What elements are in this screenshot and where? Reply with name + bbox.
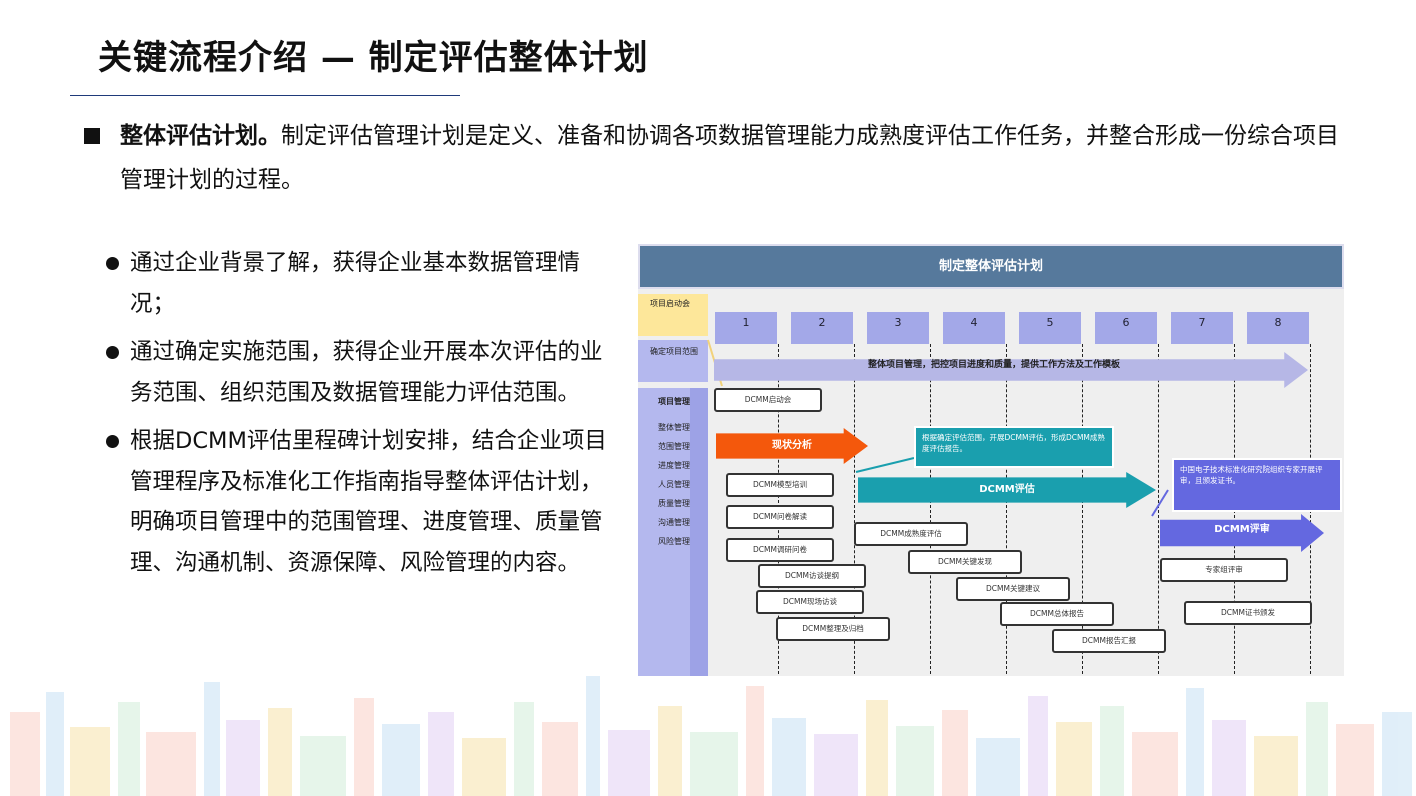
intro-body: 制定评估管理计划是定义、准备和协调各项数据管理能力成熟度评估工作任务，并整合形成… xyxy=(120,123,1339,193)
bullet-item: 通过企业背景了解，获得企业基本数据管理情况； xyxy=(104,243,624,324)
task-box: DCMM总体报告 xyxy=(1000,602,1114,626)
overall-pm-label: 整体项目管理，把控项目进度和质量，提供工作方法及工作模板 xyxy=(867,360,1120,370)
task-box: DCMM问卷解读 xyxy=(726,505,834,529)
review-callout: 中国电子技术标准化研究院组织专家开展评审，且颁发证书。 xyxy=(1172,458,1342,512)
city-skyline-decoration xyxy=(10,676,1412,796)
bullet-list: 通过企业背景了解，获得企业基本数据管理情况； 通过确定实施范围，获得企业开展本次… xyxy=(104,243,624,591)
task-box: DCMM调研问卷 xyxy=(726,538,834,562)
square-bullet-icon xyxy=(84,128,100,144)
plan-diagram: 制定整体评估计划 项目启动会 确定项目范围 项目管理 整体管理 范围管理 进度管… xyxy=(638,244,1344,676)
page-title: 关键流程介绍 — 制定评估整体计划 xyxy=(98,38,649,78)
bullet-dot-icon xyxy=(106,346,119,359)
bullet-text: 根据DCMM评估里程碑计划安排，结合企业项目管理程序及标准化工作指南指导整体评估… xyxy=(130,428,607,576)
title-divider xyxy=(70,95,460,96)
intro-bold: 整体评估计划。 xyxy=(120,123,281,149)
task-box: DCMM整理及归档 xyxy=(776,617,890,641)
bullet-item: 通过确定实施范围，获得企业开展本次评估的业务范围、组织范围及数据管理能力评估范围… xyxy=(104,332,624,413)
intro-text: 整体评估计划。制定评估管理计划是定义、准备和协调各项数据管理能力成熟度评估工作任… xyxy=(120,114,1340,202)
task-box: DCMM启动会 xyxy=(714,388,822,412)
assess-callout: 根据确定评估范围，开展DCMM评估，形成DCMM成熟度评估报告。 xyxy=(914,426,1114,468)
task-box: DCMM成熟度评估 xyxy=(854,522,968,546)
bullet-text: 通过确定实施范围，获得企业开展本次评估的业务范围、组织范围及数据管理能力评估范围… xyxy=(130,339,603,406)
task-box: DCMM关键建议 xyxy=(956,577,1070,601)
task-box: DCMM关键发现 xyxy=(908,550,1022,574)
bullet-text: 通过企业背景了解，获得企业基本数据管理情况； xyxy=(130,250,581,317)
task-box: DCMM证书颁发 xyxy=(1184,601,1312,625)
dcmm-review-arrow: DCMM评审 xyxy=(1160,514,1324,552)
bullet-item: 根据DCMM评估里程碑计划安排，结合企业项目管理程序及标准化工作指南指导整体评估… xyxy=(104,421,624,583)
task-box: DCMM现场访谈 xyxy=(756,590,864,614)
task-box: DCMM模型培训 xyxy=(726,473,834,497)
task-box: DCMM报告汇报 xyxy=(1052,629,1166,653)
task-box: DCMM访谈提纲 xyxy=(758,564,866,588)
bullet-dot-icon xyxy=(106,435,119,448)
bullet-dot-icon xyxy=(106,257,119,270)
task-box: 专家组评审 xyxy=(1160,558,1288,582)
